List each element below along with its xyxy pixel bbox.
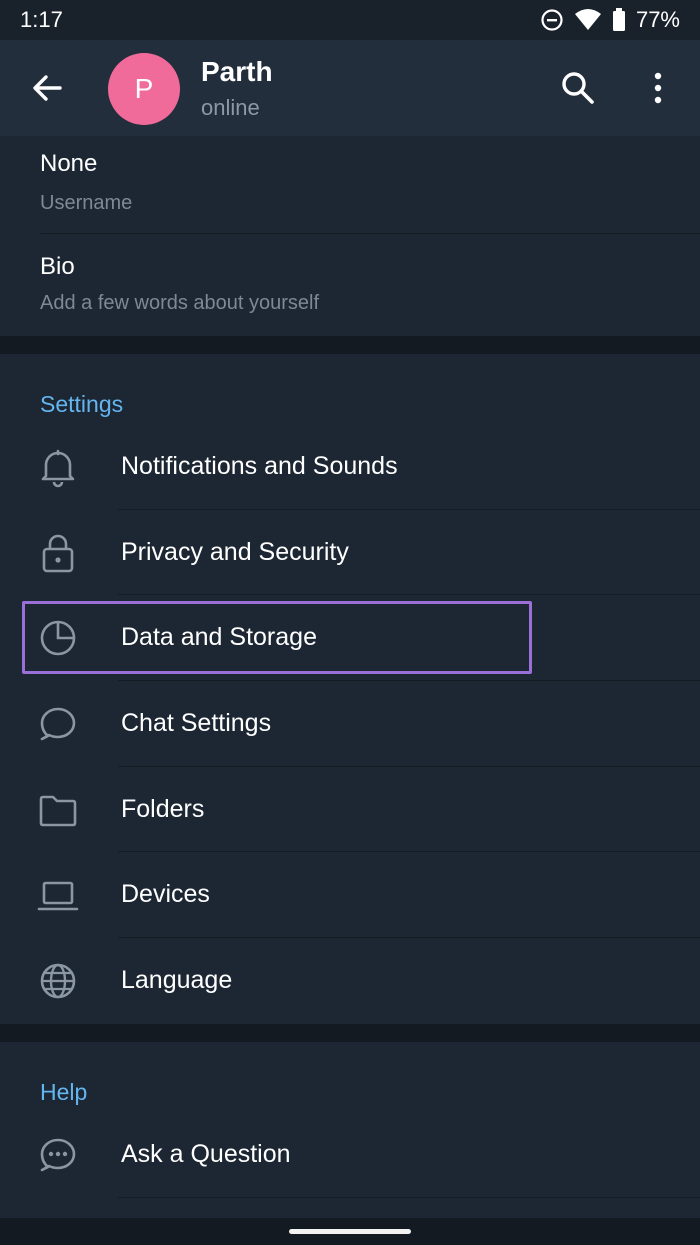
menu-label: Devices <box>121 880 210 908</box>
avatar[interactable]: P <box>108 53 180 125</box>
username-value: None <box>40 150 98 177</box>
battery-icon <box>612 8 625 31</box>
more-vertical-icon <box>654 72 662 104</box>
menu-item-notifications[interactable]: Notifications and Sounds <box>0 424 700 509</box>
battery-percent: 77% <box>635 7 680 32</box>
menu-label: Data and Storage <box>121 623 317 651</box>
profile-info: None Username Bio Add a few words about … <box>0 136 700 336</box>
search-button[interactable] <box>560 70 596 106</box>
bell-icon <box>41 449 75 488</box>
chat-bubble-icon <box>40 707 76 741</box>
help-section-title: Help <box>40 1079 88 1105</box>
home-gesture-handle[interactable] <box>289 1229 411 1234</box>
back-button[interactable] <box>28 70 68 106</box>
settings-section-title: Settings <box>40 391 124 417</box>
chat-dots-icon <box>40 1138 76 1172</box>
menu-item-language[interactable]: Language <box>0 938 700 1023</box>
menu-item-data-storage[interactable]: Data and Storage <box>0 595 700 680</box>
do-not-disturb-icon <box>541 9 563 31</box>
profile-status: online <box>201 95 260 120</box>
profile-header: P Parth online <box>0 40 700 136</box>
laptop-icon <box>37 881 79 911</box>
folder-icon <box>39 795 77 827</box>
pie-chart-icon <box>40 620 76 656</box>
menu-label: Chat Settings <box>121 709 272 737</box>
menu-label: Notifications and Sounds <box>121 452 398 480</box>
profile-name: Parth <box>201 56 273 87</box>
divider <box>118 1197 700 1198</box>
menu-item-folders[interactable]: Folders <box>0 767 700 852</box>
more-options-button[interactable] <box>648 70 668 106</box>
search-icon <box>562 72 594 104</box>
avatar-letter: P <box>134 73 154 104</box>
status-icons: 77% <box>540 7 680 33</box>
menu-item-privacy[interactable]: Privacy and Security <box>0 510 700 595</box>
section-divider <box>0 336 700 354</box>
status-bar: 1:17 77% <box>0 0 700 40</box>
lock-icon <box>42 534 74 573</box>
username-label: Username <box>40 192 133 214</box>
arrow-left-icon <box>33 75 62 101</box>
status-time: 1:17 <box>20 7 63 32</box>
bio-row[interactable]: Bio Add a few words about yourself <box>0 234 700 334</box>
bio-title: Bio <box>40 253 75 280</box>
menu-item-chat-settings[interactable]: Chat Settings <box>0 681 700 766</box>
wifi-icon <box>574 9 601 30</box>
menu-label: Language <box>121 966 233 994</box>
globe-icon <box>40 963 76 999</box>
menu-label: Privacy and Security <box>121 538 349 566</box>
menu-item-devices[interactable]: Devices <box>0 852 700 937</box>
menu-item-ask-question[interactable]: Ask a Question <box>0 1112 700 1197</box>
bio-placeholder: Add a few words about yourself <box>40 292 320 314</box>
menu-label: Folders <box>121 795 205 823</box>
section-divider <box>0 1024 700 1042</box>
username-row[interactable]: None Username <box>0 136 700 233</box>
menu-label: Ask a Question <box>121 1140 291 1168</box>
